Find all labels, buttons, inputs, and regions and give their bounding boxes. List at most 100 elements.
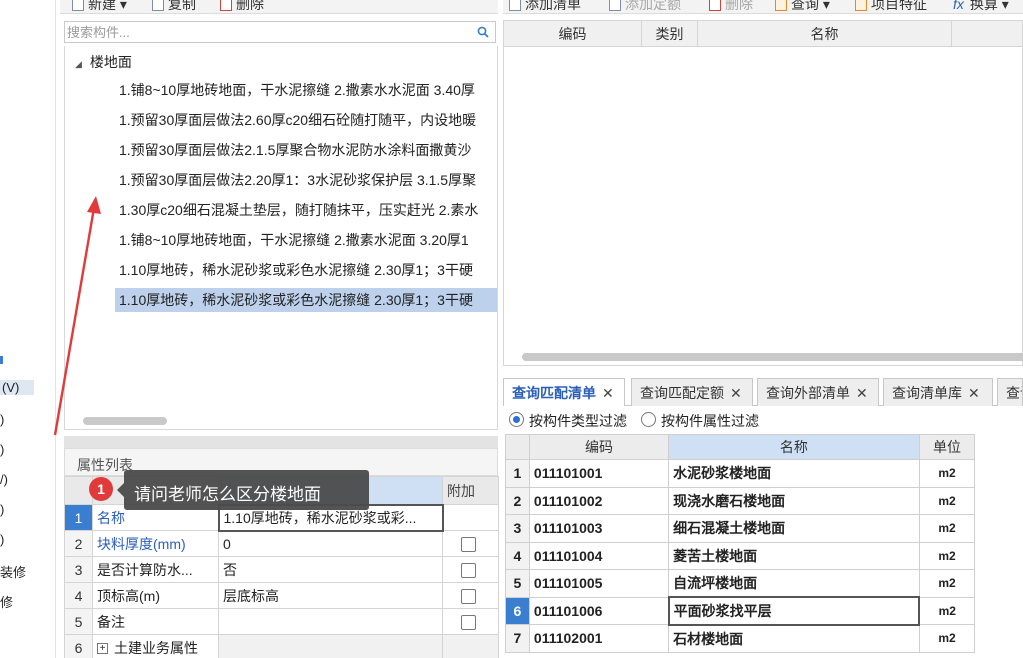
result-row[interactable]: 7 011102001 石材楼地面 m2 — [505, 624, 1023, 653]
delete-label: 删除 — [236, 0, 264, 12]
delete-button[interactable]: 删除 — [220, 0, 264, 13]
extra-checkbox[interactable] — [461, 614, 476, 630]
strip-item[interactable]: 修 — [0, 592, 13, 611]
row-number: 2 — [64, 530, 93, 557]
strip-item[interactable]: (V) — [0, 380, 34, 395]
property-row[interactable]: 6 + 土建业务属性 — [64, 634, 499, 658]
extra-checkbox[interactable] — [461, 588, 476, 604]
delete-list-button[interactable]: 删除 — [709, 0, 753, 13]
filter-by-type-radio[interactable] — [509, 412, 524, 427]
tab-label: 查询 — [1006, 385, 1022, 401]
tab-query-external-list[interactable]: 查询外部清单 ✕ — [757, 378, 879, 406]
result-row[interactable]: 3 011101003 细石混凝土楼地面 m2 — [505, 514, 1023, 543]
column-header-name[interactable]: 名称 — [668, 434, 920, 460]
tree-item-selected[interactable]: 1.10厚地砖，稀水泥砂浆或彩色水泥擦缝 2.30厚1；3干硬 — [115, 288, 497, 312]
result-row[interactable]: 1 011101001 水泥砂浆楼地面 m2 — [505, 459, 1023, 488]
result-header-row: 编码 名称 单位 — [505, 434, 1023, 460]
close-icon[interactable]: ✕ — [730, 385, 742, 401]
tree-item[interactable]: 1.铺8~10厚地砖地面，干水泥擦缝 2.撒素水泥面 3.20厚1 — [115, 228, 497, 252]
extra-checkbox[interactable] — [461, 562, 476, 578]
query-result-table: 编码 名称 单位 1 011101001 水泥砂浆楼地面 m2 2 011101… — [505, 434, 1023, 653]
tab-query-list-library[interactable]: 查询清单库 ✕ — [883, 378, 993, 406]
property-row[interactable]: 5 备注 — [64, 608, 499, 635]
tree-root-node[interactable]: ◢ 楼地面 — [75, 52, 132, 72]
property-row[interactable]: 4 顶标高(m) 层底标高 — [64, 582, 499, 609]
property-value[interactable]: 层底标高 — [218, 582, 443, 609]
property-extra — [442, 556, 499, 583]
filter-by-attr-label[interactable]: 按构件属性过滤 — [661, 411, 759, 431]
strip-item[interactable]: 装修 — [0, 562, 26, 581]
column-header-type[interactable]: 类别 — [642, 21, 698, 47]
copy-label: 复制 — [168, 0, 196, 12]
tree-item[interactable]: 1.10厚地砖，稀水泥砂浆或彩色水泥擦缝 2.30厚1；3干硬 — [115, 258, 497, 282]
copy-icon — [152, 0, 164, 12]
result-code: 011101003 — [528, 514, 670, 543]
copy-button[interactable]: 复制 — [152, 0, 196, 13]
row-number: 3 — [505, 514, 530, 543]
tree-item[interactable]: 1.铺8~10厚地砖地面，干水泥擦缝 2.撒素水水泥面 3.40厚 — [115, 78, 497, 102]
row-number: 4 — [64, 582, 93, 609]
result-name: 石材楼地面 — [668, 624, 920, 653]
filter-by-attr-radio[interactable] — [641, 412, 656, 427]
strip-item[interactable]: /) — [0, 472, 8, 487]
question-tooltip: 请问老师怎么区分楼地面 — [117, 470, 369, 510]
property-row[interactable]: 2 块料厚度(mm) 0 — [64, 530, 499, 557]
result-row-selected[interactable]: 6 011101006 平面砂浆找平层 m2 — [505, 596, 1023, 626]
result-unit: m2 — [918, 514, 976, 543]
result-code: 011101001 — [528, 459, 670, 488]
row-filler — [975, 460, 1023, 488]
property-group[interactable]: + 土建业务属性 — [92, 634, 219, 658]
tab-label: 查询外部清单 — [766, 385, 850, 401]
tree-item[interactable]: 1.预留30厚面层做法2.1.5厚聚合物水泥防水涂料面撒黄沙 — [115, 138, 497, 162]
item-feature-button[interactable]: 项目特征 — [855, 0, 927, 13]
list-grid-scrollbar[interactable] — [522, 353, 1023, 361]
strip-item[interactable]: ) — [0, 502, 4, 517]
panel-splitter[interactable] — [64, 436, 498, 448]
strip-item[interactable]: ) — [0, 442, 4, 457]
close-icon[interactable]: ✕ — [602, 385, 614, 401]
component-panel: 新建 ▾ 复制 删除 ◢ 楼地面 1.铺8~10厚地砖地面，干水泥擦缝 2.撒素水… — [60, 0, 499, 658]
collapse-caret-icon[interactable]: ◢ — [75, 59, 82, 70]
tab-query-matching-list[interactable]: 查询匹配清单 ✕ — [503, 378, 625, 406]
result-row[interactable]: 5 011101005 自流坪楼地面 m2 — [505, 569, 1023, 598]
extra-checkbox[interactable] — [461, 536, 476, 552]
tooltip-text: 请问老师怎么区分楼地面 — [134, 485, 321, 504]
column-header-code[interactable]: 编码 — [504, 21, 642, 47]
tab-query-matching-quota[interactable]: 查询匹配定额 ✕ — [631, 378, 753, 406]
close-icon[interactable]: ✕ — [856, 385, 868, 401]
tab-label: 查询匹配定额 — [640, 385, 724, 401]
column-header-name[interactable]: 名称 — [698, 21, 952, 47]
close-icon[interactable]: ✕ — [968, 385, 980, 401]
tree-item[interactable]: 1.30厚c20细石混凝土垫层，随打随抹平，压实赶光 2.素水 — [115, 198, 497, 222]
property-value[interactable] — [218, 608, 443, 635]
property-name: 土建业务属性 — [114, 639, 198, 656]
row-filler — [975, 515, 1023, 543]
tree-item[interactable]: 1.预留30厚面层做法2.60厚c20细石砼随打随平，内设地暖 — [115, 108, 497, 132]
result-row[interactable]: 2 011101002 现浇水磨石楼地面 m2 — [505, 486, 1023, 515]
column-header-unit[interactable]: 单位 — [918, 434, 976, 460]
strip-item[interactable]: ) — [0, 532, 4, 547]
row-filler — [975, 570, 1023, 598]
new-button[interactable]: 新建 ▾ — [72, 0, 127, 13]
expand-plus-icon[interactable]: + — [97, 643, 108, 655]
add-list-button[interactable]: 添加清单 — [509, 0, 581, 13]
property-extra — [442, 634, 499, 658]
tree-item[interactable]: 1.预留30厚面层做法2.20厚1：3水泥砂浆保护层 3.1.5厚聚 — [115, 168, 497, 192]
add-quota-button[interactable]: 添加定额 — [609, 0, 681, 13]
convert-label: 换算 — [969, 0, 998, 12]
search-icon[interactable] — [477, 26, 489, 38]
strip-item[interactable]: ) — [0, 412, 4, 427]
property-value[interactable]: 0 — [218, 530, 443, 557]
result-code: 011101002 — [528, 486, 670, 515]
property-value[interactable]: 否 — [218, 556, 443, 583]
property-row[interactable]: 3 是否计算防水... 否 — [64, 556, 499, 583]
tab-query-more[interactable]: 查询 — [997, 378, 1023, 406]
query-button[interactable]: 查询 ▾ — [775, 0, 830, 13]
filter-by-type-label[interactable]: 按构件类型过滤 — [529, 411, 627, 431]
result-row[interactable]: 4 011101004 菱苦土楼地面 m2 — [505, 541, 1023, 570]
tree-root-label: 楼地面 — [89, 54, 132, 70]
column-header-code[interactable]: 编码 — [528, 434, 670, 460]
convert-button[interactable]: fx 换算 ▾ — [953, 0, 1009, 13]
search-input[interactable] — [67, 23, 467, 41]
result-unit: m2 — [918, 486, 976, 515]
